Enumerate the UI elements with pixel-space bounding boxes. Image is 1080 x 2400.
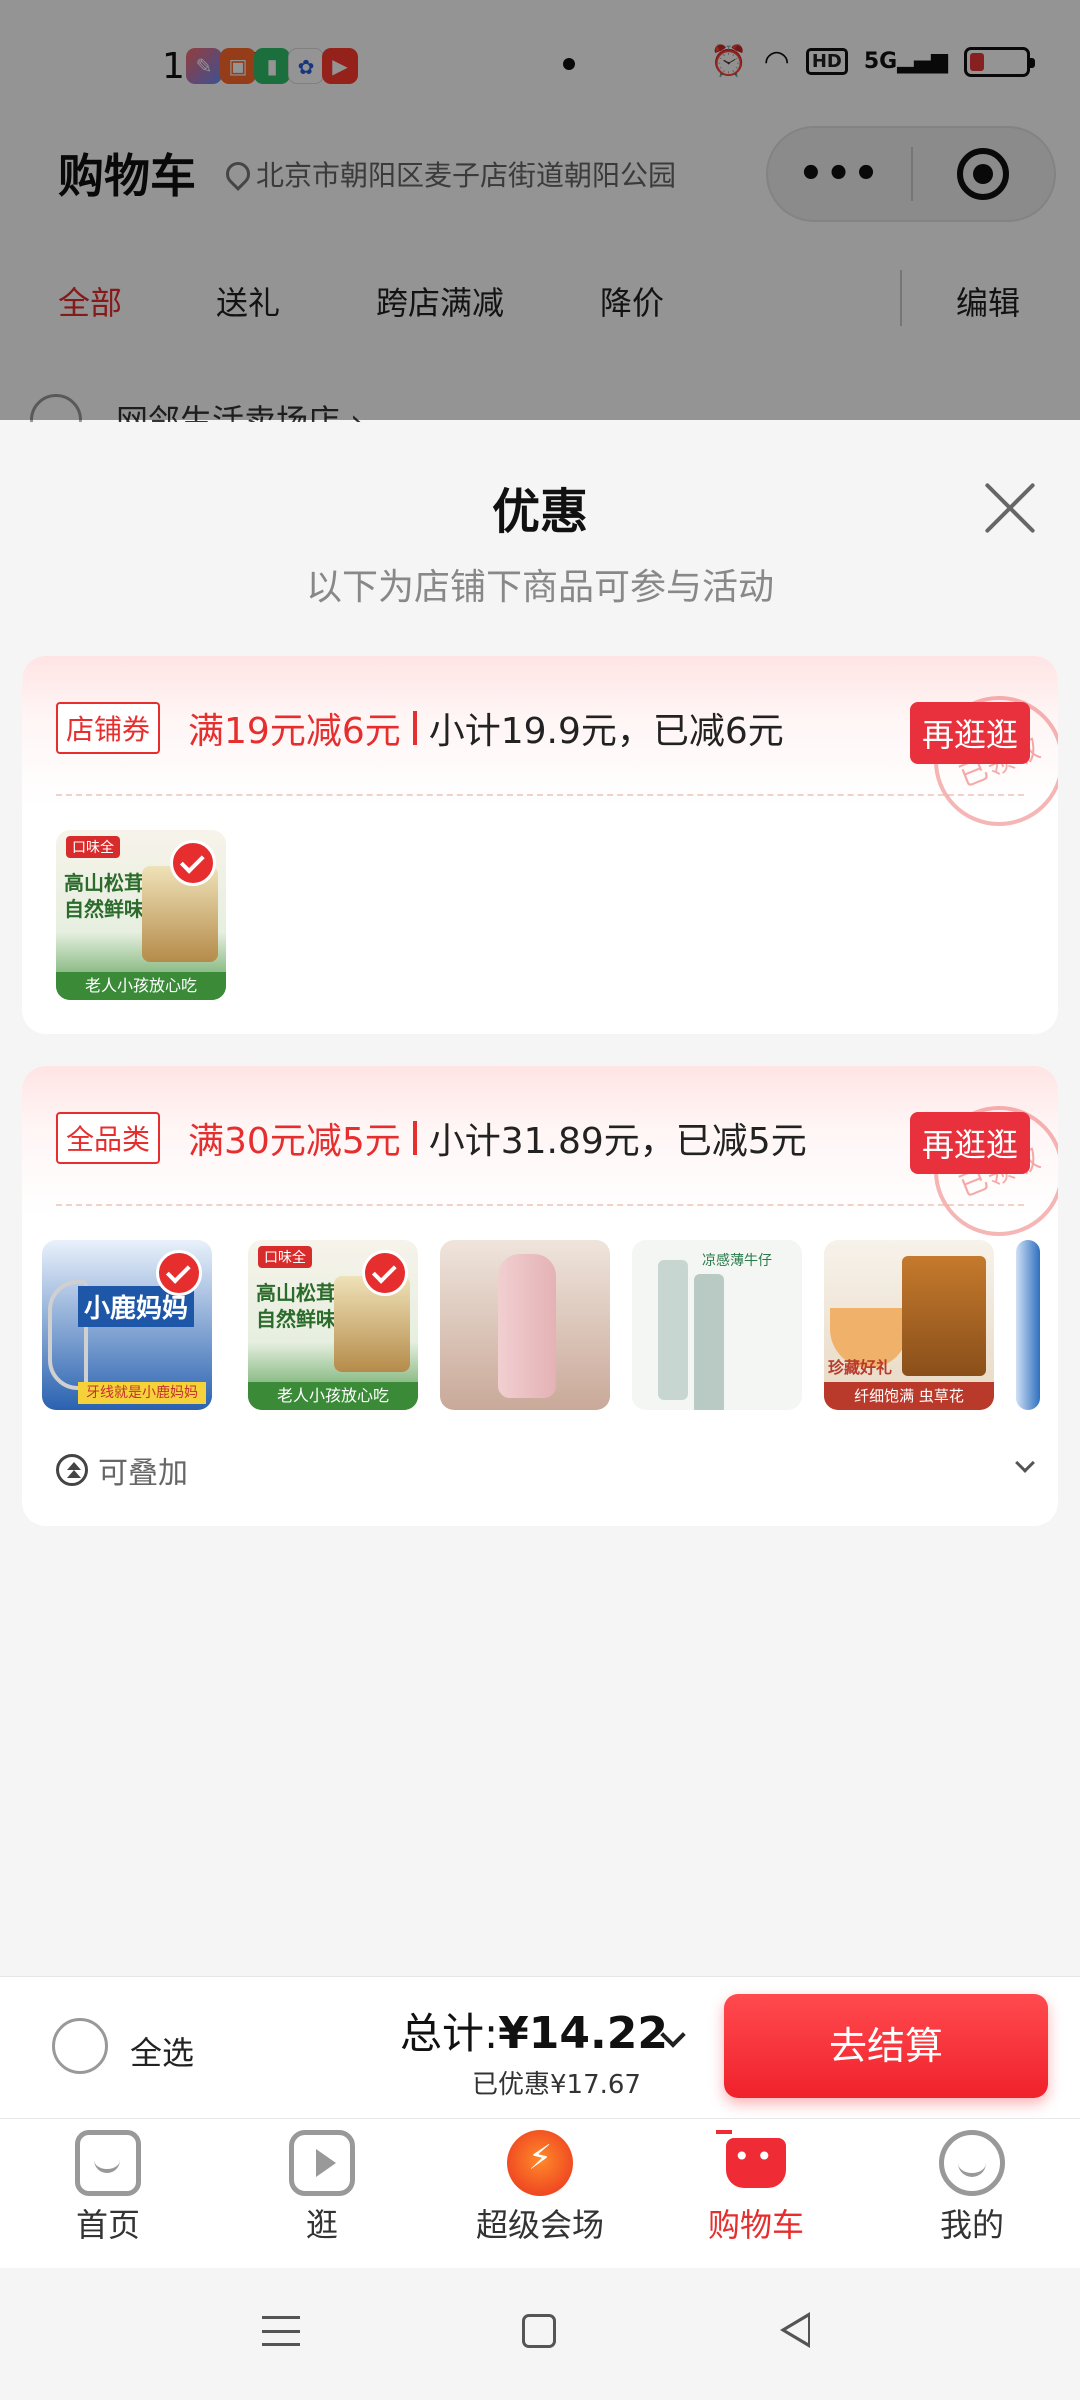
product-badge: 珍藏好礼 — [828, 1358, 893, 1377]
super-venue-icon — [507, 2130, 573, 2196]
cart-icon — [716, 2130, 786, 2188]
checkout-button[interactable]: 去结算 — [724, 1994, 1048, 2098]
promo-card-store-coupon: 店铺券 满19元减6元 小计19.9元，已减6元 已领取 再逛逛 口味全 高山松… — [22, 656, 1058, 1034]
dashed-divider — [56, 1204, 1024, 1206]
saved-amount: 已优惠¥17.67 — [472, 2070, 641, 2100]
sheet-title: 优惠 — [491, 484, 588, 540]
promo-tag: 店铺券 — [56, 702, 161, 754]
nav-label: 逛 — [305, 2206, 338, 2244]
system-back-icon[interactable] — [780, 2312, 810, 2348]
home-icon — [75, 2130, 141, 2196]
nav-label: 超级会场 — [475, 2206, 604, 2244]
stackable-label: 可叠加 — [98, 1456, 188, 1491]
product-brand: 口味全 — [66, 836, 120, 858]
modal-overlay[interactable] — [0, 0, 1080, 420]
play-icon — [289, 2130, 355, 2196]
selected-check-icon — [362, 1250, 408, 1296]
browse-more-button[interactable]: 再逛逛 — [910, 702, 1031, 764]
nav-home[interactable]: 首页 — [18, 2130, 198, 2246]
promo-header: 店铺券 满19元减6元 小计19.9元，已减6元 — [56, 702, 784, 754]
recent-apps-icon[interactable] — [262, 2316, 300, 2346]
product-title: 凉感薄牛仔 — [702, 1253, 772, 1269]
product-brand: 口味全 — [258, 1246, 312, 1268]
promo-subtotal: 小计31.89元，已减5元 — [428, 1121, 807, 1162]
select-all-label[interactable]: 全选 — [130, 2028, 194, 2074]
promo-header: 全品类 满30元减5元 小计31.89元，已减5元 — [56, 1112, 807, 1164]
profile-icon — [939, 2130, 1005, 2196]
chevron-down-icon[interactable] — [1015, 1453, 1035, 1473]
promo-separator — [412, 711, 417, 745]
nav-label: 首页 — [75, 2206, 140, 2244]
product-thumb-bottle[interactable] — [440, 1240, 610, 1410]
product-thumb-floss[interactable]: 小鹿妈妈 牙线就是小鹿妈妈 — [42, 1240, 212, 1410]
product-footer: 牙线就是小鹿妈妈 — [78, 1382, 206, 1404]
nav-super-venue[interactable]: 超级会场 — [450, 2130, 630, 2246]
nav-browse[interactable]: 逛 — [232, 2130, 412, 2246]
product-title: 高山松茸 自然鲜味 — [64, 871, 144, 921]
nav-profile[interactable]: 我的 — [882, 2130, 1062, 2246]
pants-image — [658, 1260, 688, 1400]
nav-label: 我的 — [939, 2206, 1004, 2244]
nav-label: 购物车 — [707, 2206, 804, 2244]
product-thumb-cordyceps[interactable]: 珍藏好礼 纤细饱满 虫草花 — [824, 1240, 994, 1410]
browse-more-button[interactable]: 再逛逛 — [910, 1112, 1031, 1174]
pants-image — [694, 1274, 724, 1410]
promo-separator — [412, 1121, 417, 1155]
nav-cart[interactable]: 购物车 — [666, 2130, 846, 2246]
system-home-icon[interactable] — [522, 2314, 556, 2348]
total-label: 总计: — [400, 2009, 499, 2058]
product-thumb-mushroom[interactable]: 口味全 高山松茸 自然鲜味 老人小孩放心吃 — [248, 1240, 418, 1410]
product-thumb-partial[interactable] — [1016, 1240, 1040, 1410]
product-footer: 老人小孩放心吃 — [56, 972, 226, 1000]
package-image — [902, 1256, 986, 1376]
selected-check-icon — [156, 1250, 202, 1296]
select-all-radio[interactable] — [52, 2018, 108, 2074]
product-footer: 老人小孩放心吃 — [248, 1382, 418, 1410]
promo-card-all-category: 全品类 满30元减5元 小计31.89元，已减5元 已领取 再逛逛 小鹿妈妈 牙… — [22, 1066, 1058, 1526]
total-value: ¥14.22 — [498, 2008, 668, 2059]
total-price: 总计:¥14.22 — [400, 2000, 668, 2061]
dashed-divider — [56, 794, 1024, 796]
product-title: 高山松茸 自然鲜味 — [256, 1281, 336, 1331]
promo-tag: 全品类 — [56, 1112, 161, 1164]
promo-rule: 满19元减6元 — [188, 711, 401, 752]
promo-subtotal: 小计19.9元，已减6元 — [428, 711, 784, 752]
product-footer: 纤细饱满 虫草花 — [824, 1382, 994, 1410]
product-thumb-mushroom[interactable]: 口味全 高山松茸 自然鲜味 老人小孩放心吃 — [56, 830, 226, 1000]
product-thumb-pants[interactable]: 凉感薄牛仔 — [632, 1240, 802, 1410]
close-icon[interactable] — [980, 478, 1040, 538]
stackable-icon — [56, 1454, 88, 1486]
bottle-image — [498, 1254, 556, 1398]
stackable-row: 可叠加 — [56, 1448, 188, 1492]
selected-check-icon — [170, 840, 216, 886]
sheet-subtitle: 以下为店铺下商品可参与活动 — [305, 567, 774, 608]
promo-rule: 满30元减5元 — [188, 1121, 401, 1162]
